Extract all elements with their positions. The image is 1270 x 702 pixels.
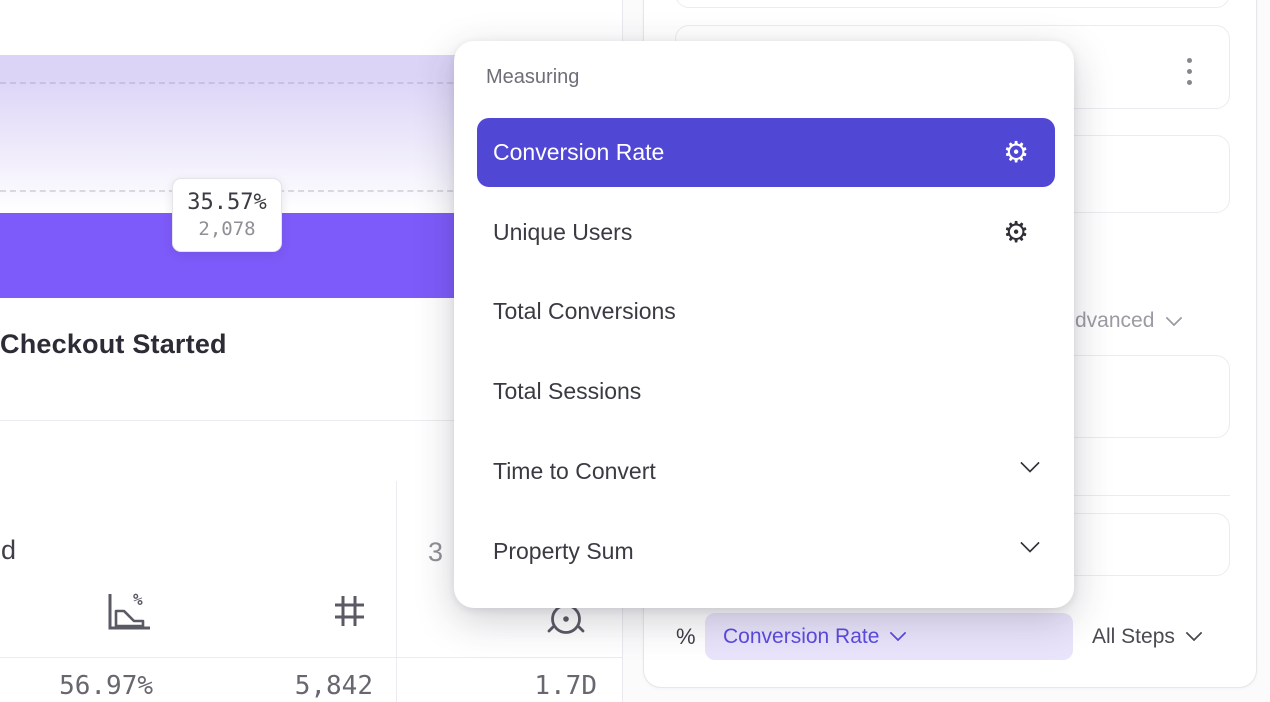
menu-item-time-to-convert[interactable]: Time to Convert bbox=[493, 457, 656, 485]
all-steps-label: All Steps bbox=[1092, 625, 1175, 649]
table-row-divider bbox=[0, 657, 622, 658]
table-value-time: 1.7D bbox=[444, 671, 597, 701]
gear-icon[interactable]: ⚙ bbox=[1003, 218, 1029, 247]
menu-item-unique-users[interactable]: Unique Users bbox=[493, 218, 632, 246]
menu-item-conversion-rate[interactable]: Conversion Rate bbox=[477, 118, 1055, 187]
table-value-conversion: 56.97% bbox=[0, 671, 153, 701]
advanced-toggle[interactable]: dvanced bbox=[1075, 308, 1180, 334]
menu-item-total-sessions[interactable]: Total Sessions bbox=[493, 377, 641, 405]
query-row-card-top[interactable] bbox=[675, 0, 1230, 8]
gear-icon[interactable]: ⚙ bbox=[1003, 138, 1029, 167]
menu-item-label: Conversion Rate bbox=[493, 139, 664, 166]
percent-symbol: % bbox=[676, 613, 696, 660]
table-value-count: 5,842 bbox=[220, 671, 373, 701]
chevron-down-icon bbox=[1185, 625, 1202, 642]
menu-item-property-sum[interactable]: Property Sum bbox=[493, 537, 634, 565]
all-steps-selector[interactable]: All Steps bbox=[1092, 613, 1200, 660]
funnel-percent-icon: % bbox=[104, 590, 154, 634]
kebab-menu-icon[interactable] bbox=[1182, 53, 1196, 89]
table-step-number: 3 bbox=[428, 537, 443, 568]
dropdown-title: Measuring bbox=[486, 66, 579, 89]
chevron-down-icon bbox=[890, 625, 907, 642]
metric-chip-label: Conversion Rate bbox=[723, 625, 879, 649]
funnel-analysis-screen: 35.57% 2,078 Checkout Started d 3 % 56.9… bbox=[0, 0, 1270, 702]
svg-text:%: % bbox=[133, 590, 143, 609]
chevron-down-icon bbox=[1166, 309, 1183, 326]
table-column-divider bbox=[396, 481, 397, 702]
hash-icon bbox=[331, 591, 367, 631]
metric-selector-chip[interactable]: Conversion Rate bbox=[705, 613, 1073, 660]
funnel-step-label: Checkout Started bbox=[0, 329, 227, 360]
menu-item-total-conversions[interactable]: Total Conversions bbox=[493, 297, 676, 325]
table-header-fragment: d bbox=[1, 535, 16, 566]
tooltip-count: 2,078 bbox=[198, 218, 255, 240]
tooltip-percent: 35.57% bbox=[187, 190, 266, 215]
advanced-label: dvanced bbox=[1075, 309, 1154, 333]
funnel-tooltip: 35.57% 2,078 bbox=[172, 178, 282, 252]
